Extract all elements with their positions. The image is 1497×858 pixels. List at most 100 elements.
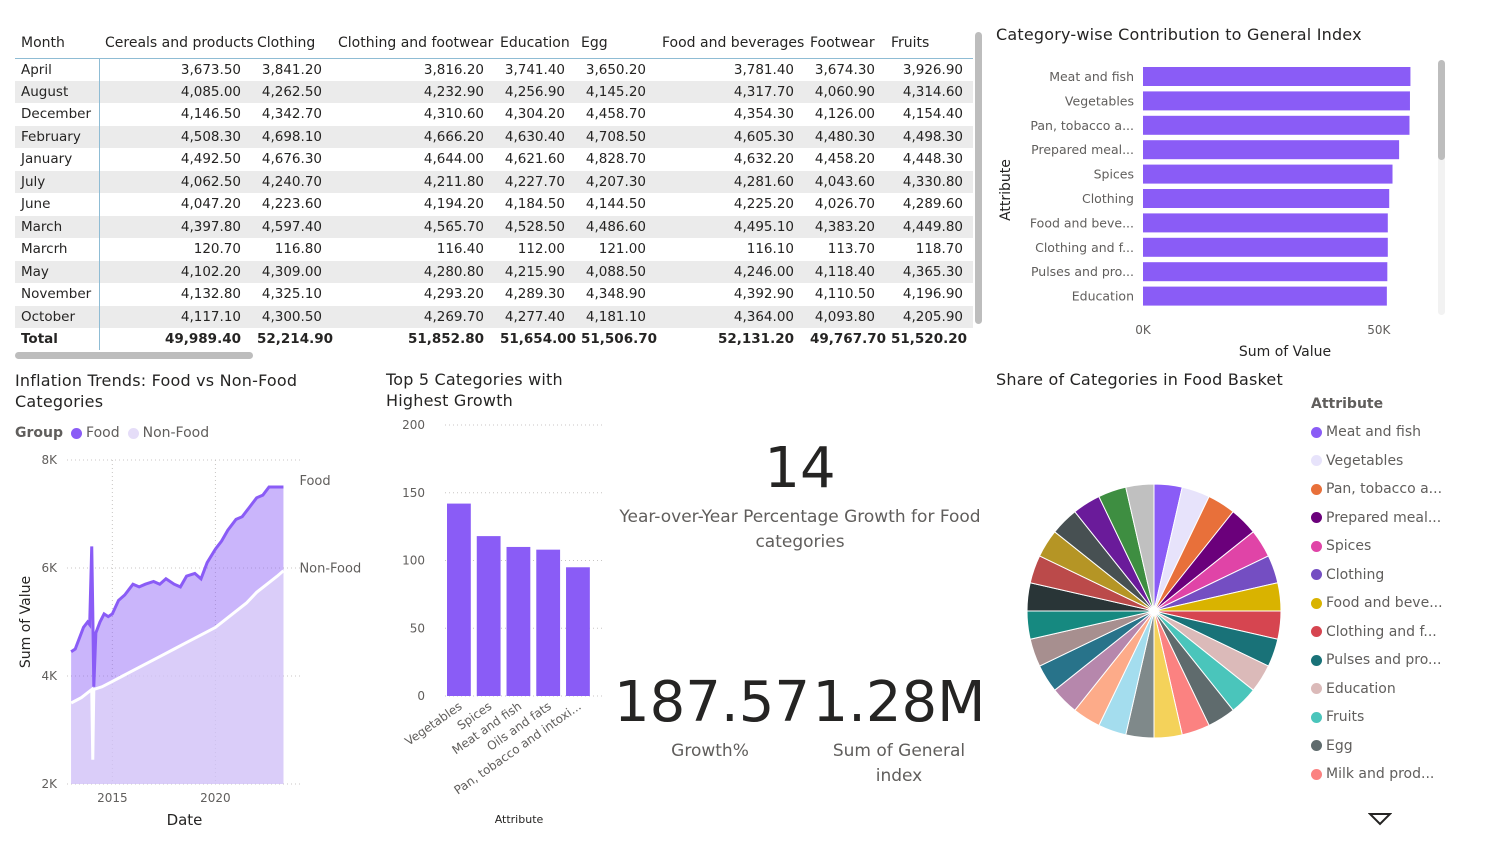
- table-cell: 4,293.20: [423, 286, 484, 303]
- column-header[interactable]: Clothing and footwear: [332, 28, 494, 59]
- legend-label: Food and beve...: [1326, 595, 1443, 612]
- table-cell: 4,223.60: [261, 196, 322, 213]
- contribution-bar[interactable]: [1143, 91, 1410, 111]
- table-row[interactable]: August 4,085.00 4,262.50 4,232.90 4,256.90 4,…: [15, 80, 973, 103]
- table-cell: 4,528.50: [494, 215, 575, 238]
- table-cell: 4,565.70: [332, 215, 494, 238]
- growth-card-value: 187.57: [614, 670, 810, 735]
- table-row[interactable]: July 4,062.50 4,240.70 4,211.80 4,227.70 4,20…: [15, 170, 973, 193]
- table-vertical-scrollbar[interactable]: [975, 32, 982, 324]
- pie-legend-item[interactable]: Food and beve...: [1311, 589, 1491, 618]
- legend-label: Spices: [1326, 538, 1372, 555]
- table-row[interactable]: November 4,132.80 4,325.10 4,293.20 4,289.30…: [15, 283, 973, 306]
- table-cell: 4,348.90: [585, 286, 646, 303]
- contribution-bar[interactable]: [1143, 115, 1410, 135]
- legend-dot: [1311, 740, 1322, 752]
- pie-legend-item[interactable]: Egg: [1311, 732, 1491, 761]
- column-header[interactable]: Education: [494, 28, 575, 59]
- legend-label: Clothing: [1326, 566, 1385, 583]
- table-row[interactable]: January 4,492.50 4,676.30 4,644.00 4,621.60 4…: [15, 148, 973, 171]
- row-month-cell: March: [15, 215, 100, 238]
- table-cell: 4,364.00: [656, 305, 804, 328]
- table-cell: 4,621.60: [504, 151, 565, 168]
- bar-chart-scrollbar[interactable]: [1438, 60, 1445, 160]
- y-tick-label: 4K: [41, 669, 58, 683]
- contribution-bar[interactable]: [1143, 140, 1400, 160]
- table-cell: 4,281.60: [656, 170, 804, 193]
- pie-legend-item[interactable]: Milk and prod...: [1311, 760, 1491, 789]
- pie-legend-item[interactable]: Clothing: [1311, 561, 1491, 590]
- bar-category-label: Prepared meal...: [1031, 142, 1134, 157]
- contribution-bar[interactable]: [1143, 237, 1388, 257]
- table-cell: 4,132.80: [180, 286, 241, 303]
- food-basket-pie-chart[interactable]: [1020, 480, 1290, 750]
- legend-label: Education: [1326, 680, 1396, 697]
- pie-legend-item[interactable]: Pulses and pro...: [1311, 646, 1491, 675]
- column-header[interactable]: Fruits: [885, 28, 973, 59]
- contribution-bar[interactable]: [1143, 286, 1387, 306]
- table-horizontal-scrollbar[interactable]: [15, 352, 253, 359]
- pie-legend-item[interactable]: Fruits: [1311, 703, 1491, 732]
- growth-bar[interactable]: [536, 549, 561, 696]
- pie-legend-item[interactable]: Spices: [1311, 532, 1491, 561]
- pie-legend-item[interactable]: Pan, tobacco a...: [1311, 475, 1491, 504]
- table-cell: 4,317.70: [656, 80, 804, 103]
- row-month-cell: August: [15, 80, 100, 103]
- pie-legend-item[interactable]: Meat and fish: [1311, 418, 1491, 447]
- contribution-bar-chart[interactable]: Meat and fish Vegetables Pan, tobacco a...…: [990, 55, 1450, 365]
- monthly-matrix-table[interactable]: Month Cereals and products Clothing Clothin…: [15, 28, 975, 353]
- table-row[interactable]: October 4,117.10 4,300.50 4,269.70 4,277.40 4…: [15, 305, 973, 328]
- pie-legend-item[interactable]: Clothing and f...: [1311, 618, 1491, 647]
- inflation-area-chart[interactable]: 2K 4K 6K 8K 2015 2020 Food Non-Food Date Sum of V…: [12, 450, 372, 835]
- column-header[interactable]: Food and beverages: [656, 28, 804, 59]
- legend-dot: [1311, 512, 1322, 524]
- legend-scroll-down-icon[interactable]: [1368, 812, 1392, 826]
- contribution-bar[interactable]: [1143, 164, 1393, 184]
- pie-legend-item[interactable]: Prepared meal...: [1311, 504, 1491, 533]
- column-header[interactable]: Egg: [575, 28, 656, 59]
- table-cell: 4,145.20: [575, 80, 656, 103]
- table-row[interactable]: Marcrh 120.70 116.80 116.40 112.00 121.00 116.…: [15, 238, 973, 261]
- legend-title: Group: [15, 425, 64, 441]
- total-cell: 51,654.00: [494, 328, 576, 350]
- table-cell: 4,102.20: [99, 260, 251, 283]
- bar-category-label: Pan, tobacco a...: [1030, 118, 1134, 133]
- growth-bar[interactable]: [447, 503, 471, 696]
- table-cell: 3,673.50: [180, 61, 241, 78]
- table-cell: 3,650.20: [585, 61, 646, 78]
- legend-dot: [1311, 626, 1322, 638]
- row-month-cell: November: [15, 283, 100, 306]
- column-header[interactable]: Month: [15, 28, 99, 59]
- contribution-bar[interactable]: [1143, 213, 1388, 233]
- table-cell: 4,026.70: [814, 196, 875, 213]
- table-row[interactable]: February 4,508.30 4,698.10 4,666.20 4,630.40…: [15, 125, 973, 148]
- table-cell: 113.70: [827, 241, 875, 258]
- table-row[interactable]: May 4,102.20 4,309.00 4,280.80 4,215.90 4,088…: [15, 260, 973, 283]
- top5-growth-chart[interactable]: 050100150200VegetablesSpicesMeat and fis…: [385, 412, 615, 832]
- contribution-bar[interactable]: [1143, 67, 1411, 86]
- bar-category-label: Clothing and f...: [1035, 240, 1134, 255]
- table-row[interactable]: March 4,397.80 4,597.40 4,565.70 4,528.50 4,4…: [15, 215, 973, 238]
- pie-legend: Attribute Meat and fish Vegetables Pan, to…: [1311, 396, 1491, 789]
- pie-legend-item[interactable]: Vegetables: [1311, 447, 1491, 476]
- table-cell: 4,498.30: [885, 125, 973, 148]
- table-cell: 4,365.30: [885, 260, 973, 283]
- growth-bar[interactable]: [476, 536, 501, 696]
- y-tick-label: 100: [402, 554, 425, 568]
- growth-bar[interactable]: [566, 567, 590, 696]
- legend-dot: [1311, 654, 1322, 666]
- row-month-cell: December: [15, 103, 100, 126]
- column-header[interactable]: Cereals and products: [99, 28, 254, 59]
- table-row[interactable]: December 4,146.50 4,342.70 4,310.60 4,304.20…: [15, 103, 973, 126]
- table-cell: 4,126.00: [814, 106, 875, 123]
- growth-bar[interactable]: [506, 546, 531, 696]
- column-header[interactable]: Footwear: [804, 28, 885, 59]
- column-header[interactable]: Clothing: [251, 28, 332, 59]
- contribution-bar[interactable]: [1143, 262, 1388, 282]
- table-cell: 4,310.60: [423, 106, 484, 123]
- contribution-bar[interactable]: [1143, 189, 1390, 208]
- pie-legend-item[interactable]: Education: [1311, 675, 1491, 704]
- table-cell: 3,674.30: [814, 61, 875, 78]
- table-row[interactable]: June 4,047.20 4,223.60 4,194.20 4,184.50 4,14…: [15, 193, 973, 216]
- table-row[interactable]: April 3,673.50 3,841.20 3,816.20 3,741.40 3,6…: [15, 58, 973, 81]
